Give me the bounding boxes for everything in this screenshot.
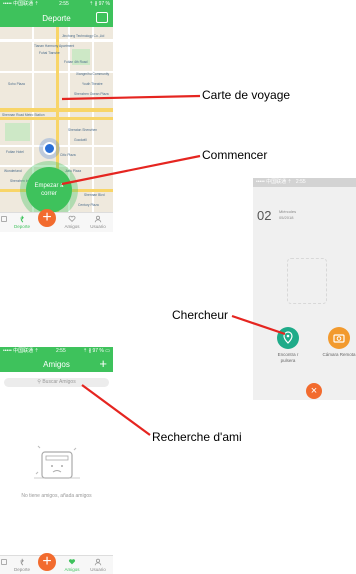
callout-line-start	[61, 154, 201, 186]
callout-map-label: Carte de voyage	[202, 88, 291, 102]
callout-line-search	[81, 384, 151, 436]
callout-line-finder	[231, 314, 286, 336]
callout-start-label: Commencer	[202, 148, 268, 162]
callout-line-map	[61, 94, 201, 101]
callout-search-label: Recherche d'ami	[152, 430, 242, 444]
callout-finder-label: Chercheur	[172, 308, 229, 322]
callout-lines	[61, 94, 286, 436]
